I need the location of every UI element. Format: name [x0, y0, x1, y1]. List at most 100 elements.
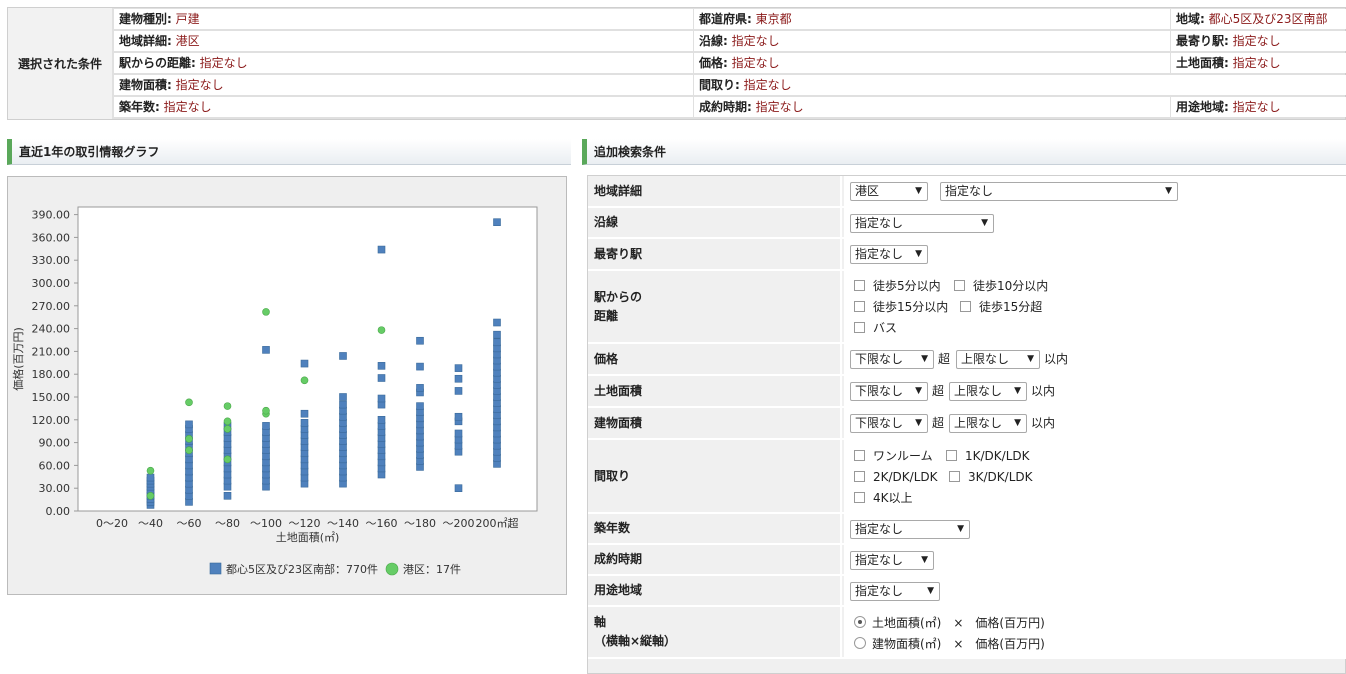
- radio-selected[interactable]: [854, 616, 866, 628]
- area-detail-label: 地域詳細: [588, 176, 842, 206]
- chevron-down-icon: ▼: [915, 418, 922, 428]
- legend-label: 港区：17件: [403, 563, 461, 576]
- checkbox[interactable]: [854, 322, 865, 333]
- ward-select[interactable]: 港区 ▼: [850, 182, 928, 201]
- checkbox[interactable]: [854, 301, 865, 312]
- layout-option[interactable]: 1K/DK/LDK: [946, 449, 1030, 463]
- layout-option[interactable]: 4K以上: [854, 491, 913, 505]
- data-point-square: [416, 402, 424, 410]
- data-point-circle: [262, 406, 270, 415]
- chevron-down-icon: ▼: [915, 186, 922, 196]
- condition-cell: 建物面積: 指定なし: [114, 75, 693, 95]
- subarea-select[interactable]: 指定なし ▼: [940, 182, 1178, 201]
- checkbox[interactable]: [854, 280, 865, 291]
- station-select[interactable]: 指定なし ▼: [850, 245, 928, 264]
- data-point-square: [454, 429, 463, 438]
- condition-cell: 建物種別: 戸建: [114, 9, 693, 29]
- layout-option-label: 2K/DK/LDK: [873, 470, 938, 484]
- checkbox[interactable]: [949, 471, 960, 482]
- price-min-select[interactable]: 下限なし ▼: [850, 350, 934, 369]
- condition-cell: 地域: 都心5区及び23区南部: [1171, 9, 1346, 29]
- checkbox[interactable]: [960, 301, 971, 312]
- zoning-select[interactable]: 指定なし ▼: [850, 582, 940, 601]
- chevron-down-icon: ▼: [957, 524, 964, 534]
- x-axis-label: 土地面積(㎡): [276, 530, 340, 544]
- row-land-area: 土地面積 下限なし ▼ 超 上限なし ▼ 以内: [588, 376, 1346, 408]
- x-tick-label: ～120: [289, 517, 321, 530]
- radio[interactable]: [854, 637, 866, 649]
- condition-label: 用途地域:: [1176, 100, 1229, 114]
- checkbox[interactable]: [854, 471, 865, 482]
- land-min-select[interactable]: 下限なし ▼: [850, 382, 928, 401]
- building-over-text: 超: [932, 416, 945, 430]
- data-point-square: [377, 245, 386, 254]
- axis-option-building[interactable]: 建物面積(㎡) × 価格(百万円): [854, 637, 1045, 651]
- checkbox[interactable]: [946, 450, 957, 461]
- data-point-square: [377, 362, 386, 370]
- data-point-square: [377, 394, 386, 403]
- condition-label: 都道府県:: [699, 12, 752, 26]
- layout-option-label: ワンルーム: [873, 449, 933, 463]
- distance-option[interactable]: 徒歩10分以内: [954, 279, 1048, 293]
- data-point-square: [339, 400, 347, 409]
- layout-option[interactable]: 3K/DK/LDK: [949, 470, 1033, 484]
- search-section-title: 追加検索条件: [582, 139, 1346, 165]
- data-point-square: [416, 384, 424, 392]
- condition-cell: 沿線: 指定なし: [694, 31, 1170, 51]
- distance-option[interactable]: 徒歩15分以内: [854, 300, 948, 314]
- chevron-down-icon: ▼: [1165, 186, 1172, 196]
- selected-conditions-heading: 選択された条件: [8, 8, 112, 119]
- row-distance: 駅からの 距離 徒歩5分以内 徒歩10分以内 徒歩15分以内 徒歩15分超 バス: [588, 271, 1346, 344]
- chevron-down-icon: ▼: [1014, 418, 1021, 428]
- line-select-value: 指定なし: [855, 216, 904, 230]
- condition-value: 戸建: [175, 12, 200, 26]
- checkbox[interactable]: [854, 450, 865, 461]
- row-building-area: 建物面積 下限なし ▼ 超 上限なし ▼ 以内: [588, 408, 1346, 440]
- layout-option[interactable]: 2K/DK/LDK: [854, 470, 938, 484]
- period-select[interactable]: 指定なし ▼: [850, 551, 934, 570]
- condition-cell: 間取り: 指定なし: [694, 75, 1346, 95]
- age-select[interactable]: 指定なし ▼: [850, 520, 970, 539]
- condition-cell: 成約時期: 指定なし: [694, 97, 1170, 117]
- land-over-text: 超: [932, 384, 945, 398]
- y-tick-label: 90.00: [39, 437, 71, 450]
- distance-option[interactable]: 徒歩15分超: [960, 300, 1042, 314]
- condition-label: 土地面積:: [1176, 56, 1229, 70]
- age-select-value: 指定なし: [855, 522, 904, 536]
- row-area-detail: 地域詳細 港区 ▼ 指定なし ▼: [588, 176, 1346, 208]
- building-max-select[interactable]: 上限なし ▼: [949, 414, 1027, 433]
- condition-value: 指定なし: [163, 100, 212, 114]
- condition-cell: 都道府県: 東京都: [694, 9, 1170, 29]
- checkbox[interactable]: [954, 280, 965, 291]
- y-tick-label: 60.00: [39, 459, 71, 472]
- axis-option-land[interactable]: 土地面積(㎡) × 価格(百万円): [854, 616, 1045, 630]
- distance-option-label: 徒歩10分以内: [973, 279, 1049, 293]
- data-point-circle: [185, 434, 193, 443]
- checkbox[interactable]: [854, 492, 865, 503]
- condition-label: 建物面積:: [119, 78, 172, 92]
- distance-option[interactable]: バス: [854, 321, 897, 335]
- condition-cell: 地域詳細: 港区: [114, 31, 693, 51]
- row-axis: 軸 （横軸×縦軸） 土地面積(㎡) × 価格(百万円) 建物面積(㎡) × 価格(…: [588, 607, 1346, 659]
- data-point-square: [454, 387, 463, 395]
- distance-option[interactable]: 徒歩5分以内: [854, 279, 941, 293]
- y-tick-label: 120.00: [32, 414, 71, 427]
- condition-label: 建物種別:: [119, 12, 172, 26]
- building-min-select[interactable]: 下限なし ▼: [850, 414, 928, 433]
- data-point-square: [493, 318, 501, 327]
- x-tick-label: ～80: [215, 517, 240, 530]
- data-point-square: [454, 484, 463, 493]
- layout-option[interactable]: ワンルーム: [854, 449, 933, 463]
- chevron-down-icon: ▼: [927, 586, 934, 596]
- condition-label: 価格:: [699, 56, 728, 70]
- land-area-label: 土地面積: [588, 376, 842, 406]
- x-tick-label: ～140: [327, 517, 359, 530]
- condition-value: 指定なし: [731, 34, 780, 48]
- land-max-select[interactable]: 上限なし ▼: [949, 382, 1027, 401]
- condition-cell: 土地面積: 指定なし: [1171, 53, 1346, 73]
- condition-cell: 最寄り駅: 指定なし: [1171, 31, 1346, 51]
- distance-option-label: 徒歩15分超: [979, 300, 1043, 314]
- x-tick-label: ～180: [404, 517, 436, 530]
- line-select[interactable]: 指定なし ▼: [850, 214, 994, 233]
- price-max-select[interactable]: 上限なし ▼: [956, 350, 1040, 369]
